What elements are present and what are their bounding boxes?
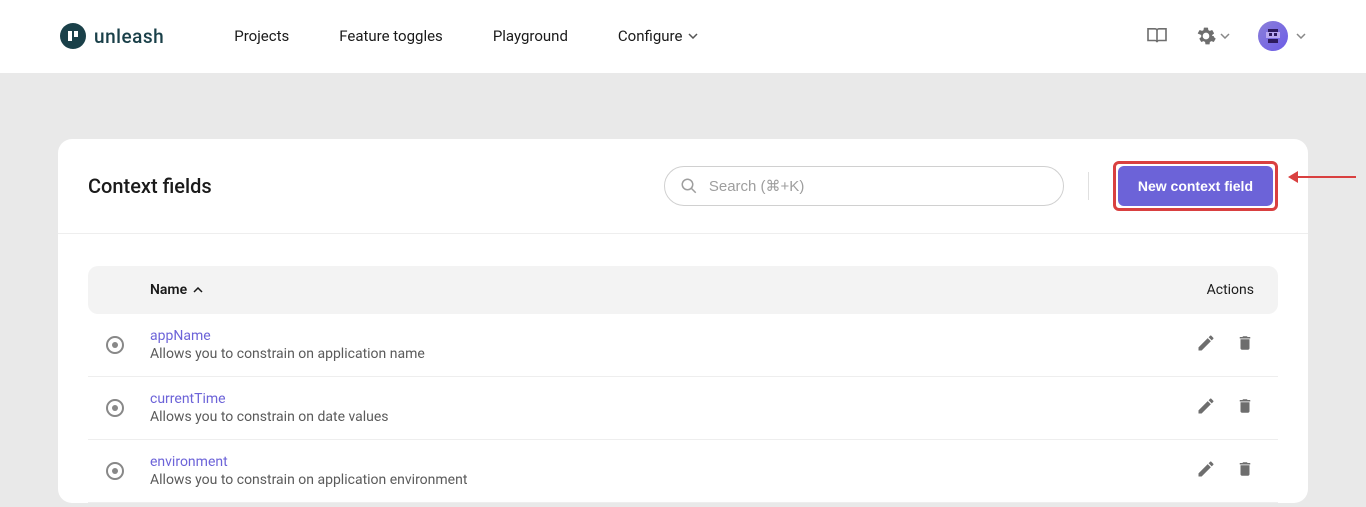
nav-feature-toggles[interactable]: Feature toggles <box>339 27 443 45</box>
context-field-description: Allows you to constrain on application e… <box>150 472 1196 488</box>
chevron-down-icon <box>1296 33 1306 39</box>
pencil-icon <box>1196 333 1216 353</box>
nav-playground[interactable]: Playground <box>493 27 568 45</box>
main-nav: Projects Feature toggles Playground Conf… <box>234 27 698 45</box>
search-input[interactable] <box>664 166 1064 206</box>
logo-text: unleash <box>94 25 164 48</box>
new-context-field-button[interactable]: New context field <box>1118 166 1273 206</box>
logo-icon <box>60 23 86 49</box>
vertical-divider <box>1088 172 1089 200</box>
context-field-icon <box>106 399 124 417</box>
nav-configure[interactable]: Configure <box>618 27 699 45</box>
settings-menu[interactable] <box>1196 26 1230 46</box>
delete-button[interactable] <box>1236 333 1254 357</box>
trash-icon <box>1236 459 1254 479</box>
context-field-name[interactable]: environment <box>150 454 1196 470</box>
context-field-name[interactable]: currentTime <box>150 391 1196 407</box>
column-actions: Actions <box>1207 282 1254 298</box>
edit-button[interactable] <box>1196 396 1216 420</box>
search-wrap <box>664 166 1064 206</box>
delete-button[interactable] <box>1236 459 1254 483</box>
row-text: environment Allows you to constrain on a… <box>150 454 1196 488</box>
row-text: currentTime Allows you to constrain on d… <box>150 391 1196 425</box>
sort-asc-icon <box>193 287 203 293</box>
highlight-annotation: New context field <box>1113 161 1278 211</box>
page-title: Context fields <box>88 174 212 198</box>
row-actions <box>1196 396 1254 420</box>
topbar: unleash Projects Feature toggles Playgro… <box>0 0 1366 73</box>
card-header: Context fields New context field <box>58 139 1308 233</box>
gear-icon <box>1196 26 1216 46</box>
nav-projects[interactable]: Projects <box>234 27 289 45</box>
row-actions <box>1196 459 1254 483</box>
delete-button[interactable] <box>1236 396 1254 420</box>
user-menu[interactable] <box>1258 21 1306 51</box>
context-field-name[interactable]: appName <box>150 328 1196 344</box>
chevron-down-icon <box>1220 33 1230 39</box>
table-area: Name Actions appName Allows you to const… <box>58 234 1308 503</box>
column-name[interactable]: Name <box>150 282 203 298</box>
main-area: Context fields New context field Name Ac… <box>0 73 1366 507</box>
chevron-down-icon <box>688 33 698 39</box>
edit-button[interactable] <box>1196 333 1216 357</box>
table-header: Name Actions <box>88 266 1278 314</box>
row-text: appName Allows you to constrain on appli… <box>150 328 1196 362</box>
logo[interactable]: unleash <box>60 23 164 49</box>
table-row: appName Allows you to constrain on appli… <box>88 314 1278 377</box>
pencil-icon <box>1196 396 1216 416</box>
context-field-icon <box>106 336 124 354</box>
arrow-annotation <box>1296 176 1356 178</box>
table-row: environment Allows you to constrain on a… <box>88 440 1278 503</box>
docs-icon[interactable] <box>1146 27 1168 45</box>
context-field-description: Allows you to constrain on date values <box>150 409 1196 425</box>
trash-icon <box>1236 396 1254 416</box>
trash-icon <box>1236 333 1254 353</box>
avatar-pixel-icon <box>1264 27 1282 45</box>
avatar <box>1258 21 1288 51</box>
context-field-icon <box>106 462 124 480</box>
pencil-icon <box>1196 459 1216 479</box>
topbar-right <box>1146 21 1306 51</box>
edit-button[interactable] <box>1196 459 1216 483</box>
context-field-description: Allows you to constrain on application n… <box>150 346 1196 362</box>
row-actions <box>1196 333 1254 357</box>
search-icon <box>680 177 698 195</box>
content-card: Context fields New context field Name Ac… <box>58 139 1308 503</box>
table-row: currentTime Allows you to constrain on d… <box>88 377 1278 440</box>
